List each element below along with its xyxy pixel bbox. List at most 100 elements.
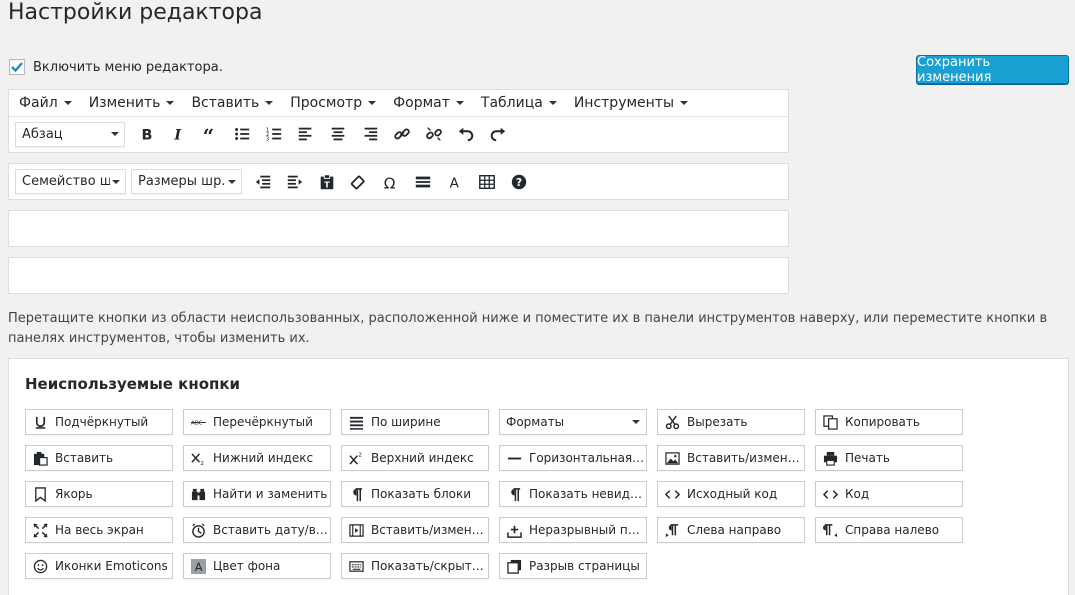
editor-toolbar-row-3[interactable] <box>8 210 789 247</box>
save-button[interactable]: Сохранить изменения <box>916 55 1069 85</box>
align-center-icon[interactable] <box>322 120 354 148</box>
unused-button[interactable]: Слева направо <box>657 517 805 543</box>
image-icon <box>664 450 681 467</box>
unused-button-label: Найти и заменить <box>213 487 328 501</box>
bullet-list-icon[interactable] <box>226 120 258 148</box>
unlink-icon[interactable] <box>418 120 450 148</box>
unused-button[interactable]: По ширине <box>341 409 489 435</box>
menu-edit[interactable]: Изменить <box>89 95 175 111</box>
paste-text-icon[interactable]: T <box>311 168 343 196</box>
unused-button[interactable]: Вставить/изменить ... <box>341 517 489 543</box>
outdent-icon[interactable] <box>247 168 279 196</box>
unused-button-label: По ширине <box>371 415 441 429</box>
unused-button[interactable]: Код <box>815 481 963 507</box>
svg-text:3: 3 <box>266 136 269 142</box>
unused-button[interactable]: Иконки Emoticons <box>25 553 173 579</box>
blockquote-icon[interactable]: “ <box>194 120 226 148</box>
unused-button[interactable]: Справа налево <box>815 517 963 543</box>
help-icon[interactable]: ? <box>503 168 535 196</box>
indent-icon[interactable] <box>279 168 311 196</box>
unused-button-label: Перечёркнутый <box>213 415 313 429</box>
menu-file[interactable]: Файл <box>19 95 72 111</box>
paste-icon <box>32 450 49 467</box>
unused-button-label: Иконки Emoticons <box>55 559 168 573</box>
table-icon[interactable] <box>471 168 503 196</box>
toolbar-1: Абзац B I “ 123 <box>9 117 788 151</box>
unused-button-label: Верхний индекс <box>371 451 474 465</box>
clear-formatting-icon[interactable] <box>343 168 375 196</box>
align-right-icon[interactable] <box>354 120 386 148</box>
unused-button[interactable]: Неразрывный проб... <box>499 517 647 543</box>
help-text: Перетащите кнопки из области неиспользов… <box>8 311 1048 346</box>
special-char-icon[interactable]: Ω <box>375 168 407 196</box>
undo-icon[interactable] <box>450 120 482 148</box>
unused-button[interactable]: Показать блоки <box>341 481 489 507</box>
unused-button[interactable]: Вырезать <box>657 409 805 435</box>
smiley-icon <box>32 558 49 575</box>
enable-menu-label: Включить меню редактора. <box>33 59 223 75</box>
chevron-down-icon <box>111 132 119 136</box>
unused-buttons-panel: Неиспользуемые кнопки Подчёркнутый ABC Пер… <box>8 358 1069 595</box>
horizontal-rule-icon[interactable] <box>407 168 439 196</box>
unused-button[interactable]: Форматы <box>499 409 647 435</box>
unused-button-label: Показать невидимы... <box>529 487 646 501</box>
menu-format[interactable]: Формат <box>393 95 464 111</box>
checkmark-icon <box>11 62 23 73</box>
font-family-select[interactable]: Семейство ш... <box>15 169 126 194</box>
unused-button[interactable]: Копировать <box>815 409 963 435</box>
unused-button-label: Показать/скрыть п... <box>371 559 488 573</box>
font-size-select[interactable]: Размеры шр... <box>131 169 242 194</box>
unused-button[interactable]: Вставить <box>25 445 173 471</box>
unused-button[interactable]: Подчёркнутый <box>25 409 173 435</box>
enable-menu-checkbox[interactable] <box>9 59 25 75</box>
unused-button[interactable]: Исходный код <box>657 481 805 507</box>
unused-button[interactable]: Разрыв страницы <box>499 553 647 579</box>
svg-text:?: ? <box>516 176 522 189</box>
page-title: Настройки редактора <box>8 0 263 25</box>
svg-text:A: A <box>450 175 460 191</box>
unused-button[interactable]: Показать/скрыть п... <box>341 553 489 579</box>
editor-toolbar-row-4[interactable] <box>8 257 789 294</box>
unused-button-label: Вырезать <box>687 415 748 429</box>
editor-menubar: Файл Изменить Вставить Просмотр Формат Т… <box>9 90 788 117</box>
chevron-down-icon <box>63 101 72 105</box>
unused-button[interactable]: На весь экран <box>25 517 173 543</box>
unused-button[interactable]: Якорь <box>25 481 173 507</box>
bold-icon[interactable]: B <box>130 120 162 148</box>
unused-button[interactable]: A Цвет фона <box>183 553 331 579</box>
numbered-list-icon[interactable]: 123 <box>258 120 290 148</box>
scissors-icon <box>664 414 681 431</box>
link-icon[interactable] <box>386 120 418 148</box>
format-select[interactable]: Абзац <box>15 121 125 147</box>
unused-button[interactable]: Найти и заменить <box>183 481 331 507</box>
print-icon <box>822 450 839 467</box>
ltr-icon <box>664 522 681 539</box>
editor-toolbar-row-2: Семейство ш... Размеры шр... T Ω A ? <box>8 163 789 200</box>
unused-button[interactable]: Вставить дату/время <box>183 517 331 543</box>
unused-button-label: Цвет фона <box>213 559 281 573</box>
unused-button[interactable]: Вставить/изменить ... <box>657 445 805 471</box>
menu-tools[interactable]: Инструменты <box>574 95 689 111</box>
strikethrough-icon: ABC <box>190 414 207 431</box>
italic-icon[interactable]: I <box>162 120 194 148</box>
media-icon <box>348 522 365 539</box>
align-left-icon[interactable] <box>290 120 322 148</box>
unused-button-label: Печать <box>845 451 890 465</box>
unused-button[interactable]: 2 Нижний индекс <box>183 445 331 471</box>
unused-button[interactable]: Показать невидимы... <box>499 481 647 507</box>
keyboard-icon <box>348 558 365 575</box>
svg-text:I: I <box>173 126 182 143</box>
superscript-icon: 2 <box>348 450 365 467</box>
unused-button[interactable]: ABC Перечёркнутый <box>183 409 331 435</box>
menu-table[interactable]: Таблица <box>481 95 557 111</box>
unused-button-label: Горизонтальная ли... <box>529 451 646 465</box>
menu-insert[interactable]: Вставить <box>191 95 274 111</box>
unused-button[interactable]: Горизонтальная ли... <box>499 445 647 471</box>
menu-view[interactable]: Просмотр <box>290 95 377 111</box>
unused-button[interactable]: 2 Верхний индекс <box>341 445 489 471</box>
text-color-icon[interactable]: A <box>439 168 471 196</box>
pilcrow-icon <box>348 486 365 503</box>
svg-text:2: 2 <box>358 452 362 458</box>
redo-icon[interactable] <box>482 120 514 148</box>
unused-button[interactable]: Печать <box>815 445 963 471</box>
